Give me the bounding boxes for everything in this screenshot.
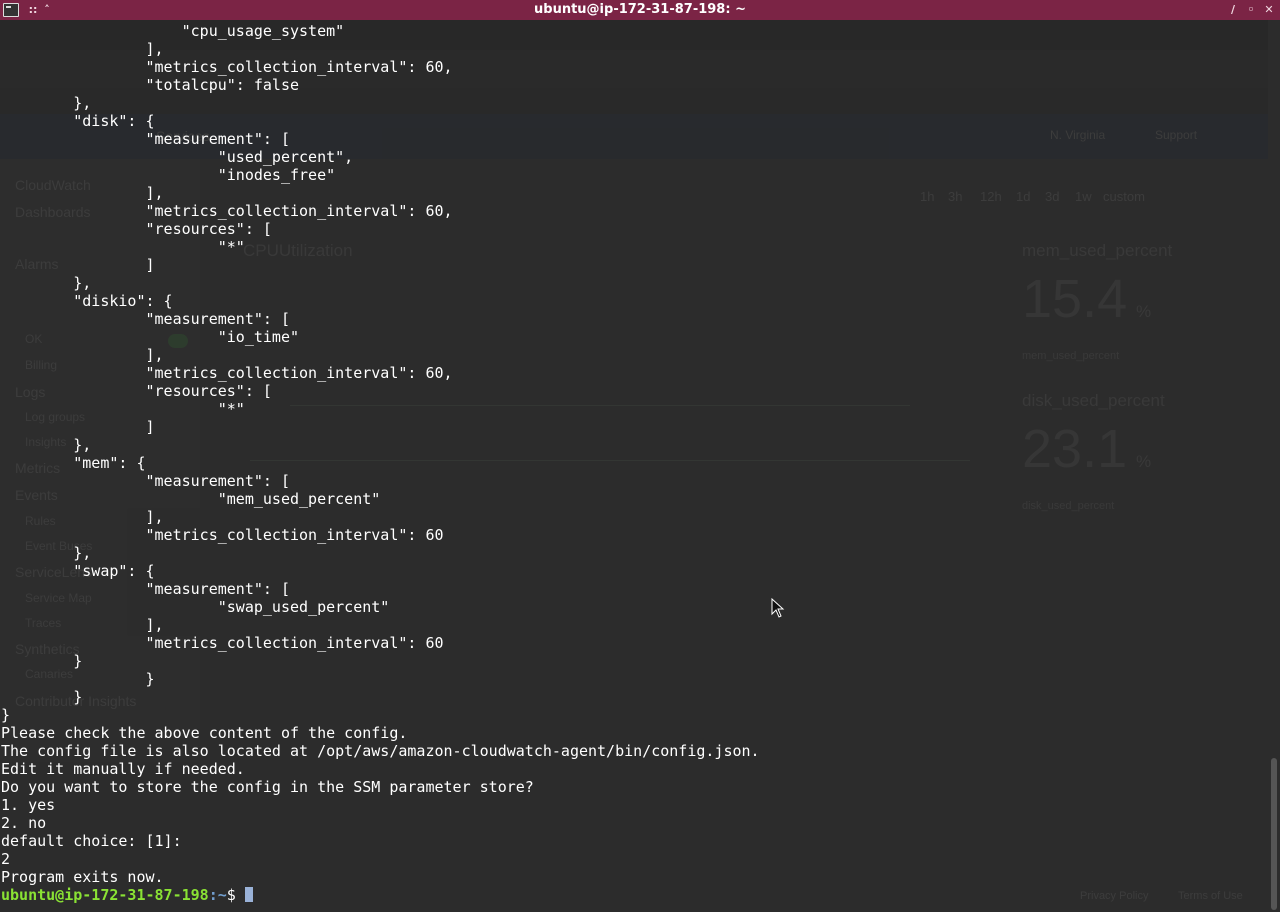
terminal-window: Services N. Virginia Support CloudWatch … [0, 0, 1280, 912]
terminal-line: "disk": { [1, 112, 155, 130]
terminal-line: } [1, 670, 155, 688]
terminal-line: "metrics_collection_interval": 60 [1, 526, 444, 544]
terminal-line: "metrics_collection_interval": 60, [1, 202, 453, 220]
terminal-line: } [1, 706, 11, 724]
terminal-line: }, [1, 274, 92, 292]
terminal-line: "*" [1, 400, 245, 418]
window-title: ubuntu@ip-172-31-87-198: ~ [534, 2, 746, 17]
terminal-line: "metrics_collection_interval": 60 [1, 634, 444, 652]
terminal-line: "resources": [ [1, 382, 272, 400]
vertical-scrollbar[interactable] [1268, 20, 1280, 912]
terminal-line: "measurement": [ [1, 580, 290, 598]
maximize-icon[interactable]: ◦ [1244, 3, 1258, 17]
close-icon[interactable]: ✕ [1262, 3, 1276, 17]
terminal-line: 1. yes [1, 796, 56, 814]
terminal-line: "totalcpu": false [1, 76, 300, 94]
terminal-line: default choice: [1]: [1, 832, 182, 850]
terminal-line: "cpu_usage_system" [1, 22, 345, 40]
terminal-line: 2. no [1, 814, 47, 832]
terminal-line: "metrics_collection_interval": 60, [1, 58, 453, 76]
terminal-line: "*" [1, 238, 245, 256]
terminal-line: "resources": [ [1, 220, 272, 238]
mouse-pointer-icon [771, 598, 785, 618]
terminal-line: } [1, 688, 83, 706]
terminal-line: ] [1, 256, 155, 274]
terminal-line: "diskio": { [1, 292, 173, 310]
terminal-line: ], [1, 346, 164, 364]
terminal-line: "mem": { [1, 454, 146, 472]
terminal-line: ] [1, 418, 155, 436]
terminal-line: Please check the above content of the co… [1, 724, 408, 742]
terminal-line: "swap_used_percent" [1, 598, 390, 616]
terminal-line: "mem_used_percent" [1, 490, 381, 508]
terminal-line: "measurement": [ [1, 310, 290, 328]
terminal-line: }, [1, 544, 92, 562]
terminal-line: "inodes_free" [1, 166, 336, 184]
terminal-line: }, [1, 436, 92, 454]
terminal-line: The config file is also located at /opt/… [1, 742, 760, 760]
terminal-line: ], [1, 184, 164, 202]
prompt-symbol: $ [226, 886, 245, 904]
terminal-line: ], [1, 508, 164, 526]
terminal-line: Program exits now. [1, 868, 164, 886]
scrollbar-thumb[interactable] [1271, 758, 1277, 910]
terminal-line: "metrics_collection_interval": 60, [1, 364, 453, 382]
prompt-path: :~ [208, 886, 227, 904]
terminal-line: ], [1, 40, 164, 58]
prompt-line[interactable]: ubuntu@ip-172-31-87-198:~$ [1, 886, 1267, 904]
terminal-output[interactable]: "cpu_usage_system" ], "metrics_collectio… [1, 22, 1267, 904]
prompt-user-host: ubuntu@ip-172-31-87-198 [1, 886, 209, 904]
terminal-line: "measurement": [ [1, 472, 290, 490]
terminal-line: "measurement": [ [1, 130, 290, 148]
terminal-line: }, [1, 94, 92, 112]
terminal-line: } [1, 652, 83, 670]
terminal-line: 2 [1, 850, 11, 868]
terminal-line: "io_time" [1, 328, 300, 346]
title-bar[interactable]: :: ˄ ubuntu@ip-172-31-87-198: ~ ∕ ◦ ✕ [0, 0, 1280, 20]
terminal-line: "used_percent", [1, 148, 354, 166]
terminal-line: "swap": { [1, 562, 155, 580]
terminal-line: Edit it manually if needed. [1, 760, 245, 778]
minimize-icon[interactable]: ∕ [1226, 3, 1240, 17]
terminal-line: ], [1, 616, 164, 634]
terminal-line: Do you want to store the config in the S… [1, 778, 534, 796]
text-cursor[interactable] [244, 887, 253, 902]
